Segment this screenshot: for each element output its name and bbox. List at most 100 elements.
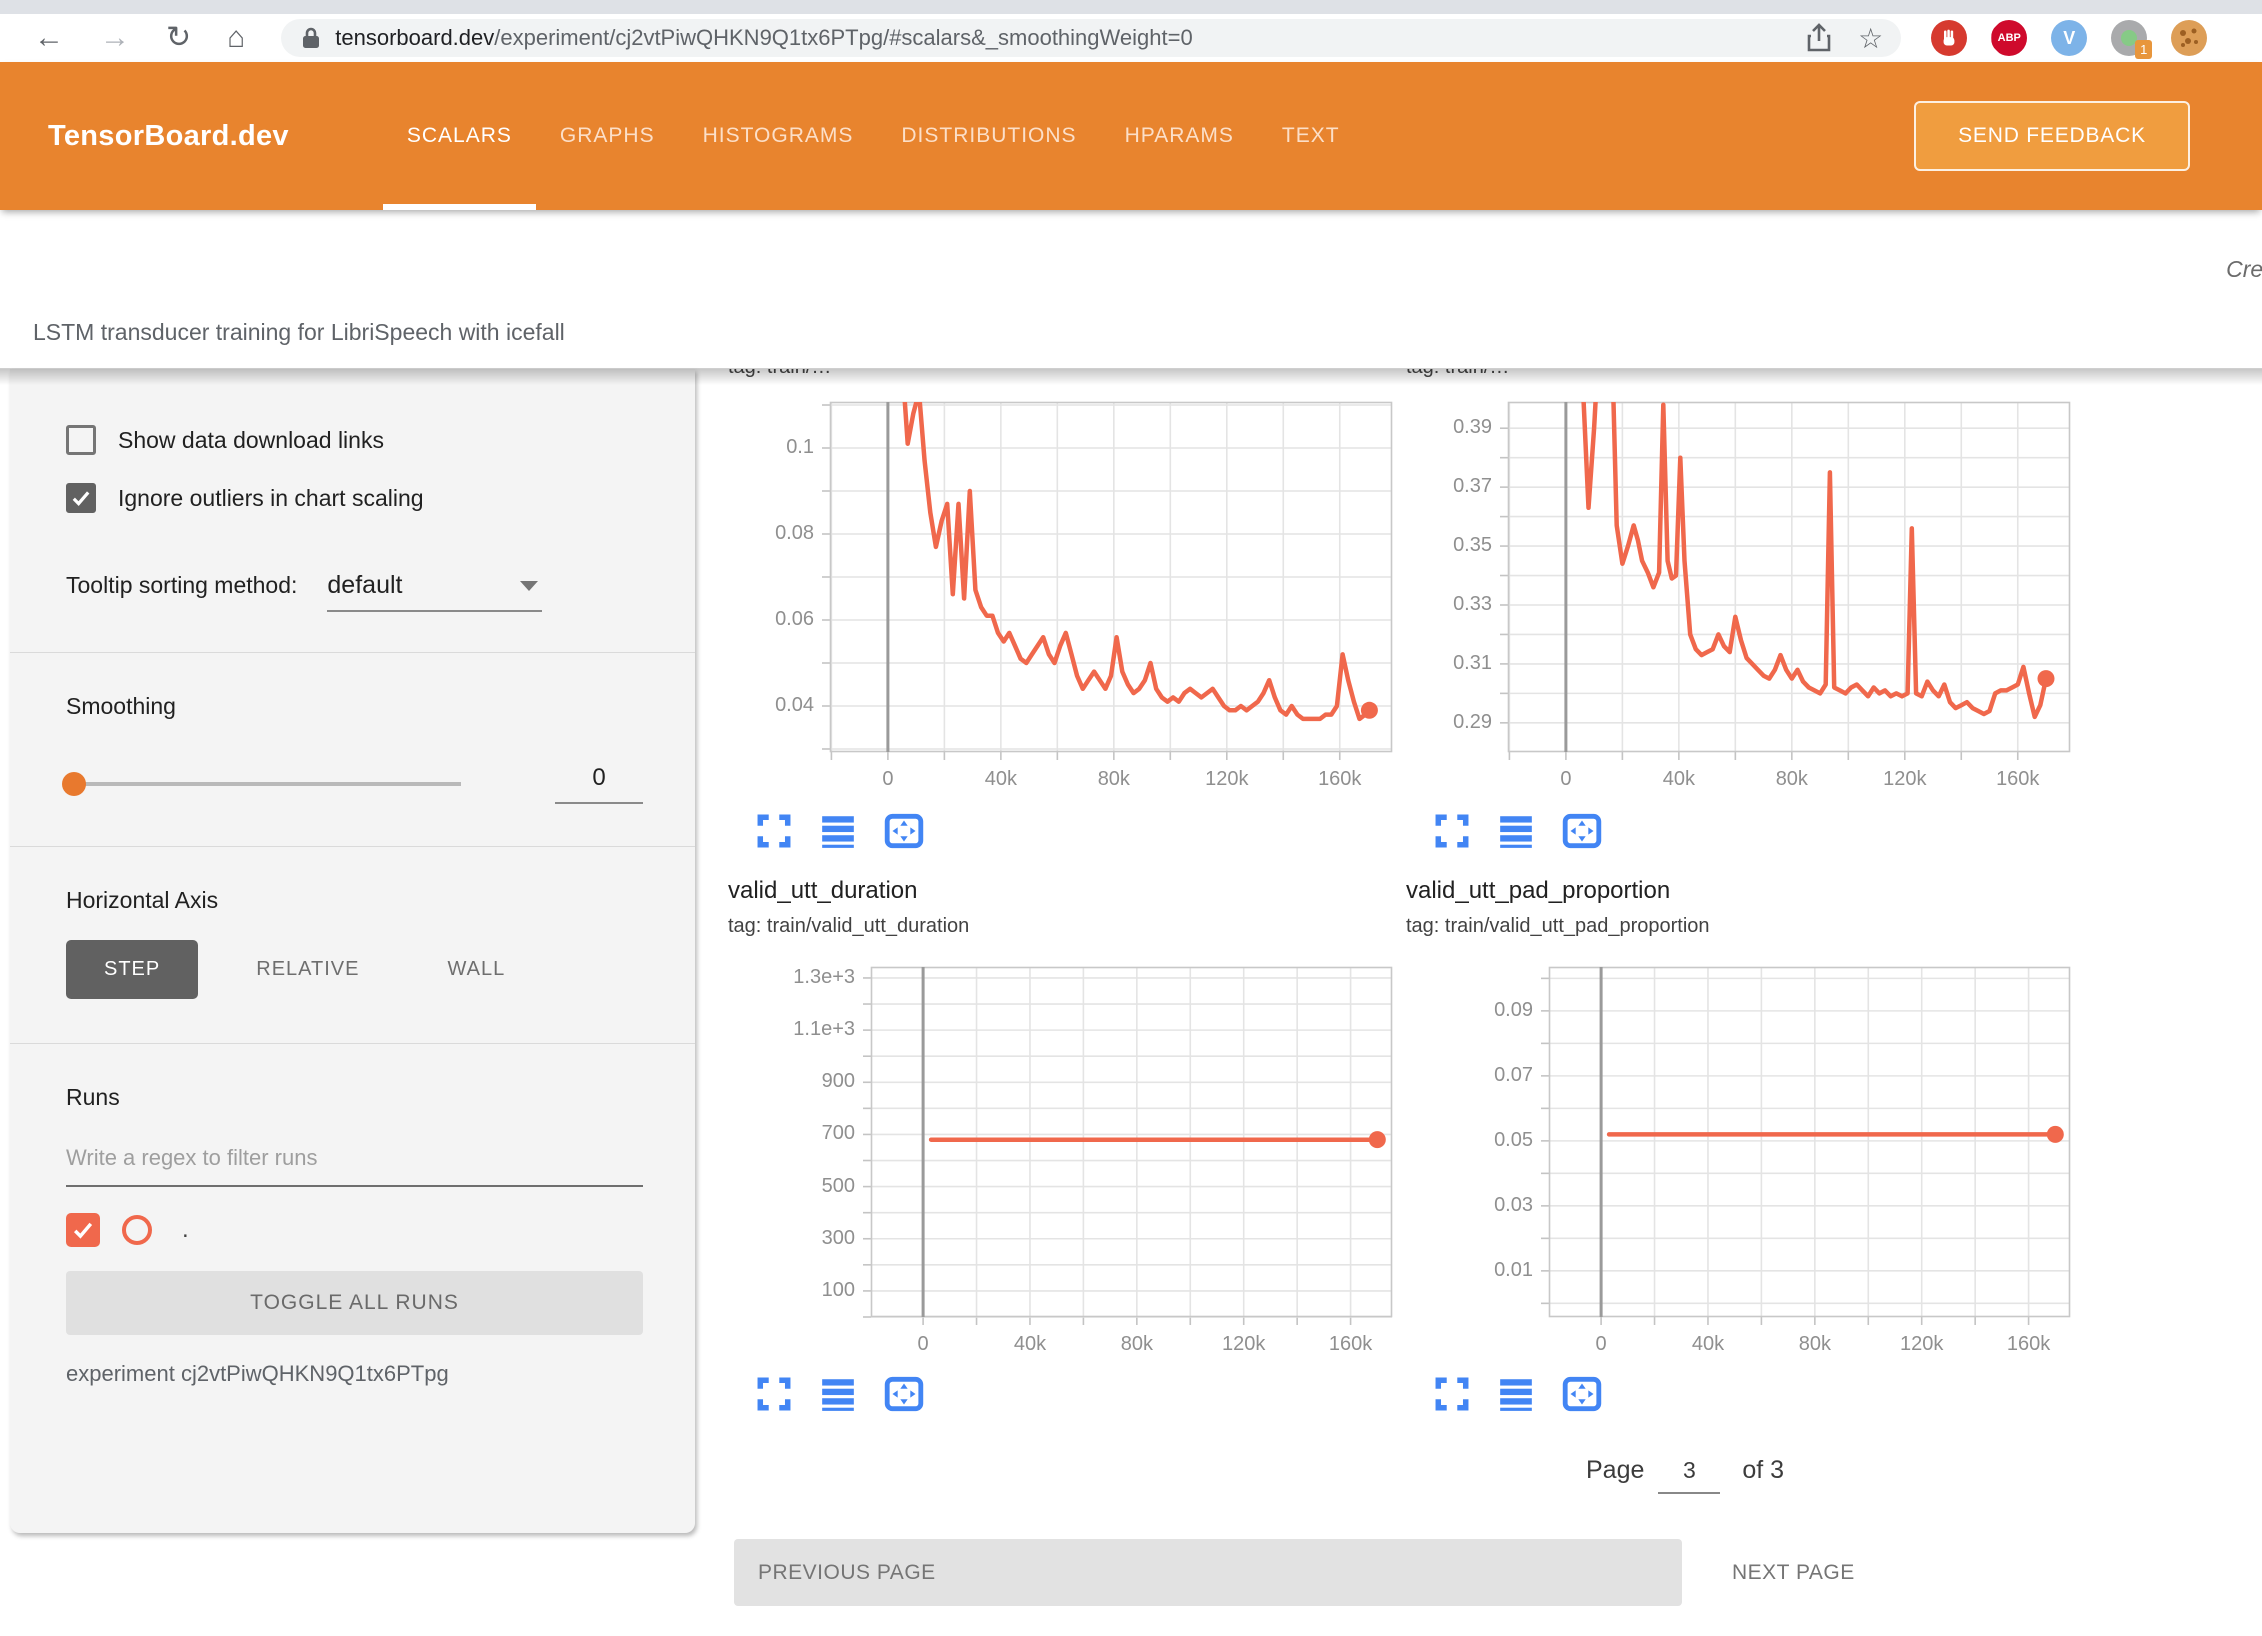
runs-list-icon[interactable] [819,812,857,850]
runs-list-icon[interactable] [1497,1375,1535,1413]
tooltip-sorting-row: Tooltip sorting method: default [66,571,643,612]
experiment-info-row: Crea LSTM transducer training for LibriS… [0,210,2262,368]
clipped-chart-tag: tag: train/… [728,369,1148,382]
chart-header-valid-utt-pad-proportion: valid_utt_pad_proportion tag: train/vali… [1406,877,1710,938]
show-download-links-row[interactable]: Show data download links [66,425,643,455]
x-tick-label: 160k [1311,1333,1391,1356]
fullscreen-icon[interactable] [1433,812,1471,850]
previous-page-button[interactable]: PREVIOUS PAGE [734,1539,1682,1606]
next-page-button[interactable]: NEXT PAGE [1714,1539,1873,1606]
tooltip-sorting-dropdown[interactable]: default [327,571,542,612]
runs-list-icon[interactable] [819,1375,857,1413]
y-tick-label: 900 [759,1070,855,1093]
y-tick-label: 0.06 [718,608,814,631]
show-download-links-checkbox[interactable] [66,425,96,455]
abp-extension-icon[interactable]: ABP [1991,20,2027,56]
y-tick-label: 1.1e+3 [759,1018,855,1041]
x-tick-label: 40k [990,1333,1070,1356]
extensions-area: ABP V 1 [1931,20,2207,56]
tab-graphs[interactable]: GRAPHS [536,62,679,210]
ignore-outliers-row[interactable]: Ignore outliers in chart scaling [66,483,643,513]
axis-wall-button[interactable]: WALL [417,940,535,999]
run-checkbox[interactable] [66,1213,100,1247]
x-tick-label: 0 [848,768,928,791]
scalar-line-chart[interactable] [1508,402,2070,752]
x-tick-label: 80k [1752,768,1832,791]
pan-zoom-icon[interactable] [883,812,925,850]
runs-regex-input[interactable]: Write a regex to filter runs [66,1145,643,1187]
divider [10,1043,695,1044]
x-tick-label: 160k [1989,1333,2069,1356]
runs-list-icon[interactable] [1497,812,1535,850]
smoothing-value-input[interactable]: 0 [555,764,643,804]
chart-header-valid-utt-duration: valid_utt_duration tag: train/valid_utt_… [728,877,969,938]
home-icon[interactable]: ⌂ [227,23,245,53]
forward-icon[interactable]: → [100,23,130,53]
chevron-down-icon [520,581,538,591]
y-tick-label: 0.09 [1437,999,1533,1022]
y-tick-label: 0.39 [1396,416,1492,439]
fullscreen-icon[interactable] [755,812,793,850]
blocker-extension-icon[interactable] [1931,20,1967,56]
y-tick-label: 0.05 [1437,1129,1533,1152]
x-tick-label: 160k [1300,768,1380,791]
series-end-dot [2047,1126,2064,1143]
app-header: TensorBoard.dev SCALARS GRAPHS HISTOGRAM… [0,62,2262,210]
cookie-extension-icon[interactable] [2171,20,2207,56]
run-row: . [66,1213,643,1247]
ignore-outliers-checkbox[interactable] [66,483,96,513]
reload-icon[interactable]: ↻ [166,23,191,53]
extension-badge: 1 [2135,40,2152,59]
settings-sidebar: Show data download links Ignore outliers… [10,369,695,1533]
ignore-outliers-label: Ignore outliers in chart scaling [118,485,424,512]
x-tick-label: 120k [1204,1333,1284,1356]
fullscreen-icon[interactable] [1433,1375,1471,1413]
show-download-links-label: Show data download links [118,427,384,454]
y-tick-label: 0.01 [1437,1259,1533,1282]
url-host: tensorboard.dev [335,25,494,50]
v-extension-icon[interactable]: V [2051,20,2087,56]
share-icon[interactable] [1806,23,1832,53]
tab-text[interactable]: TEXT [1258,62,1364,210]
y-tick-label: 0.31 [1396,652,1492,675]
x-tick-label: 120k [1865,768,1945,791]
run-color-swatch[interactable] [122,1215,152,1245]
tab-hparams[interactable]: HPARAMS [1101,62,1258,210]
axis-relative-button[interactable]: RELATIVE [226,940,389,999]
smoothing-slider-thumb[interactable] [62,772,86,796]
divider [10,652,695,653]
url-text[interactable]: tensorboard.dev/experiment/cj2vtPiwQHKN9… [335,25,1780,51]
page-of-label: of 3 [1742,1456,1784,1485]
badged-extension-icon[interactable]: 1 [2111,20,2147,56]
tab-distributions[interactable]: DISTRIBUTIONS [877,62,1100,210]
back-icon[interactable]: ← [34,23,64,53]
x-tick-label: 80k [1097,1333,1177,1356]
page-number-input[interactable]: 3 [1658,1447,1720,1494]
y-tick-label: 0.35 [1396,534,1492,557]
y-tick-label: 300 [759,1227,855,1250]
scalar-line-chart[interactable] [871,967,1392,1317]
chart-title: valid_utt_pad_proportion [1406,877,1710,905]
chart-tag: tag: train/valid_utt_duration [728,915,969,938]
axis-step-button[interactable]: STEP [66,940,198,999]
scalar-line-chart[interactable] [1549,967,2070,1317]
x-tick-label: 40k [1668,1333,1748,1356]
tab-histograms[interactable]: HISTOGRAMS [679,62,878,210]
fullscreen-icon[interactable] [755,1375,793,1413]
app-logo[interactable]: TensorBoard.dev [48,120,289,153]
smoothing-row: 0 [66,764,643,804]
send-feedback-button[interactable]: SEND FEEDBACK [1914,101,2190,171]
address-bar[interactable]: tensorboard.dev/experiment/cj2vtPiwQHKN9… [281,19,1901,57]
y-tick-label: 700 [759,1122,855,1145]
scalar-line-chart[interactable] [830,402,1392,752]
bookmark-star-icon[interactable]: ☆ [1858,22,1883,55]
smoothing-slider[interactable] [66,782,461,786]
pan-zoom-icon[interactable] [883,1375,925,1413]
x-tick-label: 80k [1775,1333,1855,1356]
x-tick-label: 120k [1882,1333,1962,1356]
tab-scalars[interactable]: SCALARS [383,62,536,210]
pan-zoom-icon[interactable] [1561,812,1603,850]
pan-zoom-icon[interactable] [1561,1375,1603,1413]
toggle-all-runs-button[interactable]: TOGGLE ALL RUNS [66,1271,643,1335]
y-tick-label: 0.08 [718,522,814,545]
